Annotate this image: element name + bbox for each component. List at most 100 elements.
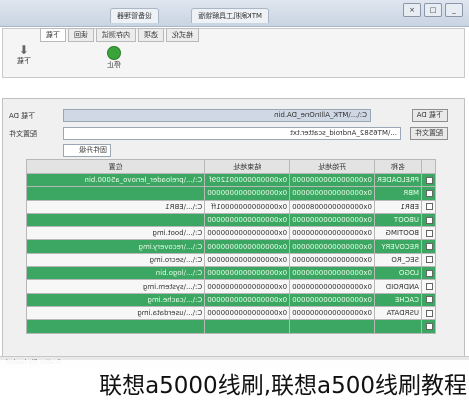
caption-banner: 联想a5000线刷,联想a500线刷教程 — [0, 360, 469, 400]
cell-end: 0x0000000000000000 — [204, 266, 290, 280]
row-checkbox-cell[interactable] — [421, 173, 436, 187]
scatter-path-field[interactable]: ...\MT6582_Android_scatter.txt — [63, 127, 401, 140]
cell-name: CACHE — [374, 293, 422, 307]
row-checkbox-cell[interactable] — [421, 306, 436, 320]
cell-location: C:\...\EBR1 — [26, 200, 205, 214]
tab-readback[interactable]: 读回 — [68, 28, 94, 42]
da-browse-button[interactable]: 下载 DA — [411, 109, 448, 122]
cell-start: 0x0000000000080000 — [289, 200, 375, 214]
cell-end: 0x0000000000000000 — [204, 253, 290, 267]
table-row[interactable]: SEC_RO 0x0000000000000000 0x00000000000000… — [26, 253, 436, 267]
table-row[interactable]: MBR 0x0000000000000000 0x0000000000000000 — [26, 186, 436, 201]
title-bar: _ □ × MTK刷机工具解锁版 设备管理器 — [0, 0, 469, 27]
row-checkbox-cell[interactable] — [421, 253, 436, 267]
row-checkbox[interactable] — [426, 309, 433, 317]
header-location: 位置 — [26, 159, 205, 174]
table-row[interactable]: RECOVERY 0x0000000000000000 0x000000000000… — [26, 239, 436, 254]
table-row[interactable]: PRELOADER 0x0000000000000000 0x00000000000… — [26, 173, 436, 187]
scatter-browse-button[interactable]: 配置文件 — [410, 127, 448, 140]
mode-select[interactable]: 固件升级 — [63, 144, 111, 157]
cell-end: 0x0000000000000000 — [204, 306, 290, 320]
row-checkbox[interactable] — [426, 283, 433, 291]
cell-start: 0x0000000000000000 — [289, 186, 375, 201]
row-checkbox-cell[interactable] — [421, 186, 436, 201]
row-checkbox-cell[interactable] — [421, 266, 436, 280]
cell-name: SEC_RO — [374, 253, 422, 267]
browser-tab-device-manager[interactable]: 设备管理器 — [110, 8, 159, 23]
row-checkbox[interactable] — [426, 189, 433, 197]
cell-end: 0x000000000001209f — [204, 173, 290, 187]
cell-end — [204, 319, 290, 334]
tab-format[interactable]: 格式化 — [166, 28, 199, 42]
row-checkbox[interactable] — [426, 216, 433, 224]
browser-tab-flash-tool[interactable]: MTK刷机工具解锁版 — [191, 8, 269, 23]
header-end: 结束地址 — [204, 159, 290, 174]
cell-start: 0x0000000000000000 — [289, 239, 375, 254]
cell-name: PRELOADER — [374, 173, 422, 187]
partition-table: 名称 开始地址 结束地址 位置 PRELOADER 0x0000000000000… — [26, 159, 436, 334]
cell-start: 0x0000000000000000 — [289, 306, 375, 320]
download-label: 下载 — [17, 57, 31, 65]
cell-end: 0x0000000000000000 — [204, 213, 290, 227]
close-button[interactable]: × — [403, 3, 421, 17]
table-row[interactable]: BOOTIMG 0x0000000000000000 0x0000000000000… — [26, 226, 436, 240]
stop-button[interactable]: 停止 — [100, 46, 128, 70]
maximize-button[interactable]: □ — [424, 3, 442, 17]
row-checkbox[interactable] — [426, 203, 433, 211]
stop-icon — [107, 46, 121, 60]
row-checkbox-cell[interactable] — [421, 279, 436, 294]
cell-start — [289, 319, 375, 334]
cell-location: C:\...\userdata.img — [26, 306, 205, 320]
table-row[interactable]: UBOOT 0x0000000000000000 0x000000000000000… — [26, 213, 436, 227]
cell-location — [26, 213, 205, 227]
cell-start: 0x0000000000000000 — [289, 213, 375, 227]
row-checkbox[interactable] — [426, 269, 433, 277]
da-path-field[interactable]: C:\...\MTK_AllInOne_DA.bin — [63, 109, 371, 122]
cell-end: 0x0000000000000000 — [204, 226, 290, 240]
row-checkbox[interactable] — [426, 229, 433, 237]
scatter-label: 配置文件 — [9, 130, 37, 138]
cell-start: 0x0000000000000000 — [289, 293, 375, 307]
row-checkbox-cell[interactable] — [421, 293, 436, 307]
row-checkbox-cell[interactable] — [421, 200, 436, 214]
tab-download[interactable]: 下载 — [40, 28, 66, 42]
function-tabs: 格式化 选项 内存测试 读回 下载 — [40, 28, 199, 42]
cell-name: ANDROID — [374, 279, 422, 294]
cell-end: 0x0000000000000000 — [204, 239, 290, 254]
window-controls: _ □ × — [403, 3, 463, 17]
cell-name: RECOVERY — [374, 239, 422, 254]
header-check — [421, 159, 436, 174]
table-row[interactable]: ANDROID 0x0000000000000000 0x0000000000000… — [26, 279, 436, 294]
minimize-button[interactable]: _ — [445, 3, 463, 17]
table-row[interactable]: LOGO 0x0000000000000000 0x0000000000000000… — [26, 266, 436, 280]
table-row[interactable]: EBR1 0x0000000000080000 0x00000000000001ff… — [26, 200, 436, 214]
row-checkbox[interactable] — [426, 243, 433, 251]
table-row[interactable]: USRDATA 0x0000000000000000 0x0000000000000… — [26, 306, 436, 320]
table-row[interactable] — [26, 319, 436, 334]
download-button[interactable]: ⬇ 下载 — [10, 43, 38, 66]
header-start: 开始地址 — [289, 159, 375, 174]
cell-end: 0x0000000000000000 — [204, 186, 290, 201]
flash-tool-window: _ □ × MTK刷机工具解锁版 设备管理器 格式化 选项 内存测试 读回 下载… — [0, 0, 469, 368]
tab-options[interactable]: 选项 — [138, 28, 164, 42]
cell-name — [374, 319, 422, 334]
row-checkbox-cell[interactable] — [421, 226, 436, 240]
row-checkbox-cell[interactable] — [421, 319, 436, 334]
row-checkbox[interactable] — [426, 256, 433, 264]
cell-location: C:\...\logo.bin — [26, 266, 205, 280]
cell-start: 0x0000000000000000 — [289, 266, 375, 280]
row-checkbox[interactable] — [426, 296, 433, 304]
cell-name: LOGO — [374, 266, 422, 280]
cell-start: 0x0000000000000000 — [289, 226, 375, 240]
row-checkbox-cell[interactable] — [421, 213, 436, 227]
row-checkbox[interactable] — [426, 322, 433, 330]
cell-location: C:\...\preloader_lenovo_a5000.bin — [26, 173, 205, 187]
cell-start: 0x0000000000000000 — [289, 279, 375, 294]
row-checkbox-cell[interactable] — [421, 239, 436, 254]
row-checkbox[interactable] — [426, 176, 433, 184]
header-name: 名称 — [374, 159, 422, 174]
stop-label: 停止 — [107, 61, 121, 69]
table-row[interactable]: CACHE 0x0000000000000000 0x000000000000000… — [26, 293, 436, 307]
tab-memory-test[interactable]: 内存测试 — [96, 28, 136, 42]
cell-name: BOOTIMG — [374, 226, 422, 240]
